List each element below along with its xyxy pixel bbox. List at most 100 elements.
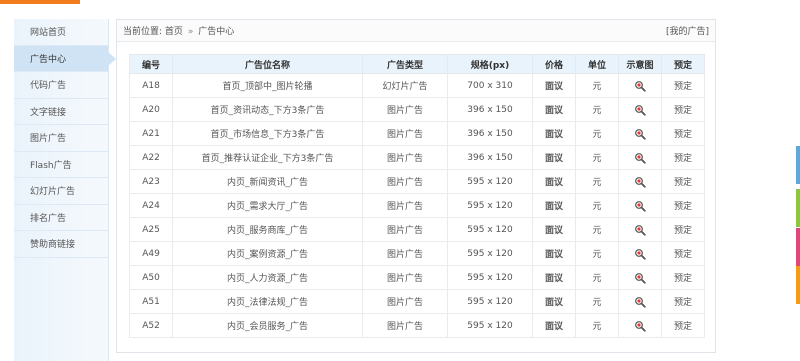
- ad-preview-cell: [618, 265, 662, 290]
- ad-unit: 元: [575, 289, 619, 314]
- ad-unit: 元: [575, 145, 619, 170]
- ad-id: A23: [129, 169, 173, 194]
- col-header-type: 广告类型: [362, 54, 448, 74]
- ad-size: 595 x 120: [447, 265, 533, 290]
- ad-type: 图片广告: [362, 193, 448, 218]
- main-panel: 当前位置: 首页 » 广告中心 [我的广告] 编号 广告位名称 广告类型 规格(…: [116, 19, 716, 353]
- sidebar-item-sponsor-links[interactable]: 赞助商链接: [14, 231, 108, 258]
- ad-unit: 元: [575, 241, 619, 266]
- book-link[interactable]: 预定: [661, 265, 705, 290]
- location-label: 当前位置:: [123, 27, 163, 37]
- ad-type: 图片广告: [362, 97, 448, 122]
- breadcrumb-separator: »: [187, 27, 194, 37]
- ad-price: 面议: [532, 73, 576, 98]
- sidebar-item-home[interactable]: 网站首页: [14, 19, 108, 46]
- side-tab-blue[interactable]: [796, 146, 800, 184]
- zoom-icon[interactable]: [634, 176, 646, 188]
- ad-name: 内页_法律法规_广告: [172, 289, 363, 314]
- book-link[interactable]: 预定: [661, 193, 705, 218]
- sidebar-item-label: 网站首页: [30, 28, 67, 39]
- ad-preview-cell: [618, 73, 662, 98]
- ad-size: 396 x 150: [447, 97, 533, 122]
- book-link[interactable]: 预定: [661, 313, 705, 338]
- book-link[interactable]: 预定: [661, 145, 705, 170]
- sidebar-item-ad-center[interactable]: 广告中心: [14, 45, 116, 72]
- table-row: A24 内页_需求大厅_广告 图片广告 595 x 120 面议元 预定: [129, 193, 705, 218]
- ad-id: A24: [129, 193, 173, 218]
- zoom-icon[interactable]: [634, 248, 646, 260]
- ad-size: 595 x 120: [447, 217, 533, 242]
- table-row: A20 首页_资讯动态_下方3条广告 图片广告 396 x 150 面议元 预定: [129, 97, 705, 122]
- book-link[interactable]: 预定: [661, 217, 705, 242]
- ad-unit: 元: [575, 265, 619, 290]
- book-link[interactable]: 预定: [661, 241, 705, 266]
- book-link[interactable]: 预定: [661, 169, 705, 194]
- ad-preview-cell: [618, 121, 662, 146]
- ad-price: 面议: [532, 169, 576, 194]
- book-link[interactable]: 预定: [661, 121, 705, 146]
- table-row: A21 首页_市场信息_下方3条广告 图片广告 396 x 150 面议元 预定: [129, 121, 705, 146]
- table-header-row: 编号 广告位名称 广告类型 规格(px) 价格 单位 示意图 预定: [129, 54, 705, 74]
- sidebar-item-label: Flash广告: [30, 160, 72, 171]
- top-accent-bar: [0, 0, 80, 4]
- ad-price: 面议: [532, 193, 576, 218]
- ad-price: 面议: [532, 265, 576, 290]
- book-link[interactable]: 预定: [661, 73, 705, 98]
- sidebar-item-code-ads[interactable]: 代码广告: [14, 72, 108, 99]
- table-row: A51 内页_法律法规_广告 图片广告 595 x 120 面议元 预定: [129, 289, 705, 314]
- ad-size: 396 x 150: [447, 145, 533, 170]
- ad-name: 首页_资讯动态_下方3条广告: [172, 97, 363, 122]
- sidebar-item-label: 图片广告: [30, 134, 67, 145]
- book-link[interactable]: 预定: [661, 289, 705, 314]
- col-header-size: 规格(px): [447, 54, 533, 74]
- zoom-icon[interactable]: [634, 224, 646, 236]
- ad-size: 595 x 120: [447, 169, 533, 194]
- col-header-name: 广告位名称: [172, 54, 363, 74]
- side-tab-pink[interactable]: [796, 228, 800, 266]
- breadcrumb-home[interactable]: 首页: [165, 27, 183, 37]
- ad-id: A25: [129, 217, 173, 242]
- ad-id: A50: [129, 265, 173, 290]
- sidebar-item-text-links[interactable]: 文字链接: [14, 99, 108, 125]
- my-ads-link[interactable]: [我的广告]: [666, 24, 709, 37]
- zoom-icon[interactable]: [634, 104, 646, 116]
- sidebar-item-flash-ads[interactable]: Flash广告: [14, 152, 108, 178]
- ad-preview-cell: [618, 145, 662, 170]
- ad-unit: 元: [575, 193, 619, 218]
- ad-preview-cell: [618, 241, 662, 266]
- ad-type: 图片广告: [362, 145, 448, 170]
- ad-id: A49: [129, 241, 173, 266]
- sidebar-item-label: 代码广告: [30, 81, 67, 92]
- ad-name: 首页_顶部中_图片轮播: [172, 73, 363, 98]
- ad-type: 图片广告: [362, 289, 448, 314]
- ad-id: A22: [129, 145, 173, 170]
- table-row: A18 首页_顶部中_图片轮播 幻灯片广告 700 x 310 面议元 预定: [129, 73, 705, 98]
- zoom-icon[interactable]: [634, 128, 646, 140]
- ad-price: 面议: [532, 97, 576, 122]
- sidebar-item-ranking-ads[interactable]: 排名广告: [14, 205, 108, 231]
- ad-preview-cell: [618, 289, 662, 314]
- col-header-price: 价格: [532, 54, 576, 74]
- sidebar-item-label: 幻灯片广告: [30, 187, 76, 198]
- breadcrumb: 当前位置: 首页 » 广告中心: [123, 24, 234, 37]
- ad-size: 595 x 120: [447, 289, 533, 314]
- col-header-preview: 示意图: [618, 54, 662, 74]
- side-tab-orange[interactable]: [796, 266, 800, 304]
- sidebar-item-slideshow-ads[interactable]: 幻灯片广告: [14, 178, 108, 205]
- zoom-icon[interactable]: [634, 320, 646, 332]
- ad-name: 内页_人力资源_广告: [172, 265, 363, 290]
- ad-unit: 元: [575, 97, 619, 122]
- zoom-icon[interactable]: [634, 200, 646, 212]
- ad-name: 内页_服务商库_广告: [172, 217, 363, 242]
- zoom-icon[interactable]: [634, 152, 646, 164]
- side-tab-green[interactable]: [796, 189, 800, 227]
- zoom-icon[interactable]: [634, 272, 646, 284]
- ad-price: 面议: [532, 121, 576, 146]
- table-row: A22 首页_推荐认证企业_下方3条广告 图片广告 396 x 150 面议元 预定: [129, 145, 705, 170]
- zoom-icon[interactable]: [634, 80, 646, 92]
- book-link[interactable]: 预定: [661, 97, 705, 122]
- ad-size: 595 x 120: [447, 313, 533, 338]
- sidebar-item-image-ads[interactable]: 图片广告: [14, 125, 108, 152]
- zoom-icon[interactable]: [634, 296, 646, 308]
- ad-unit: 元: [575, 73, 619, 98]
